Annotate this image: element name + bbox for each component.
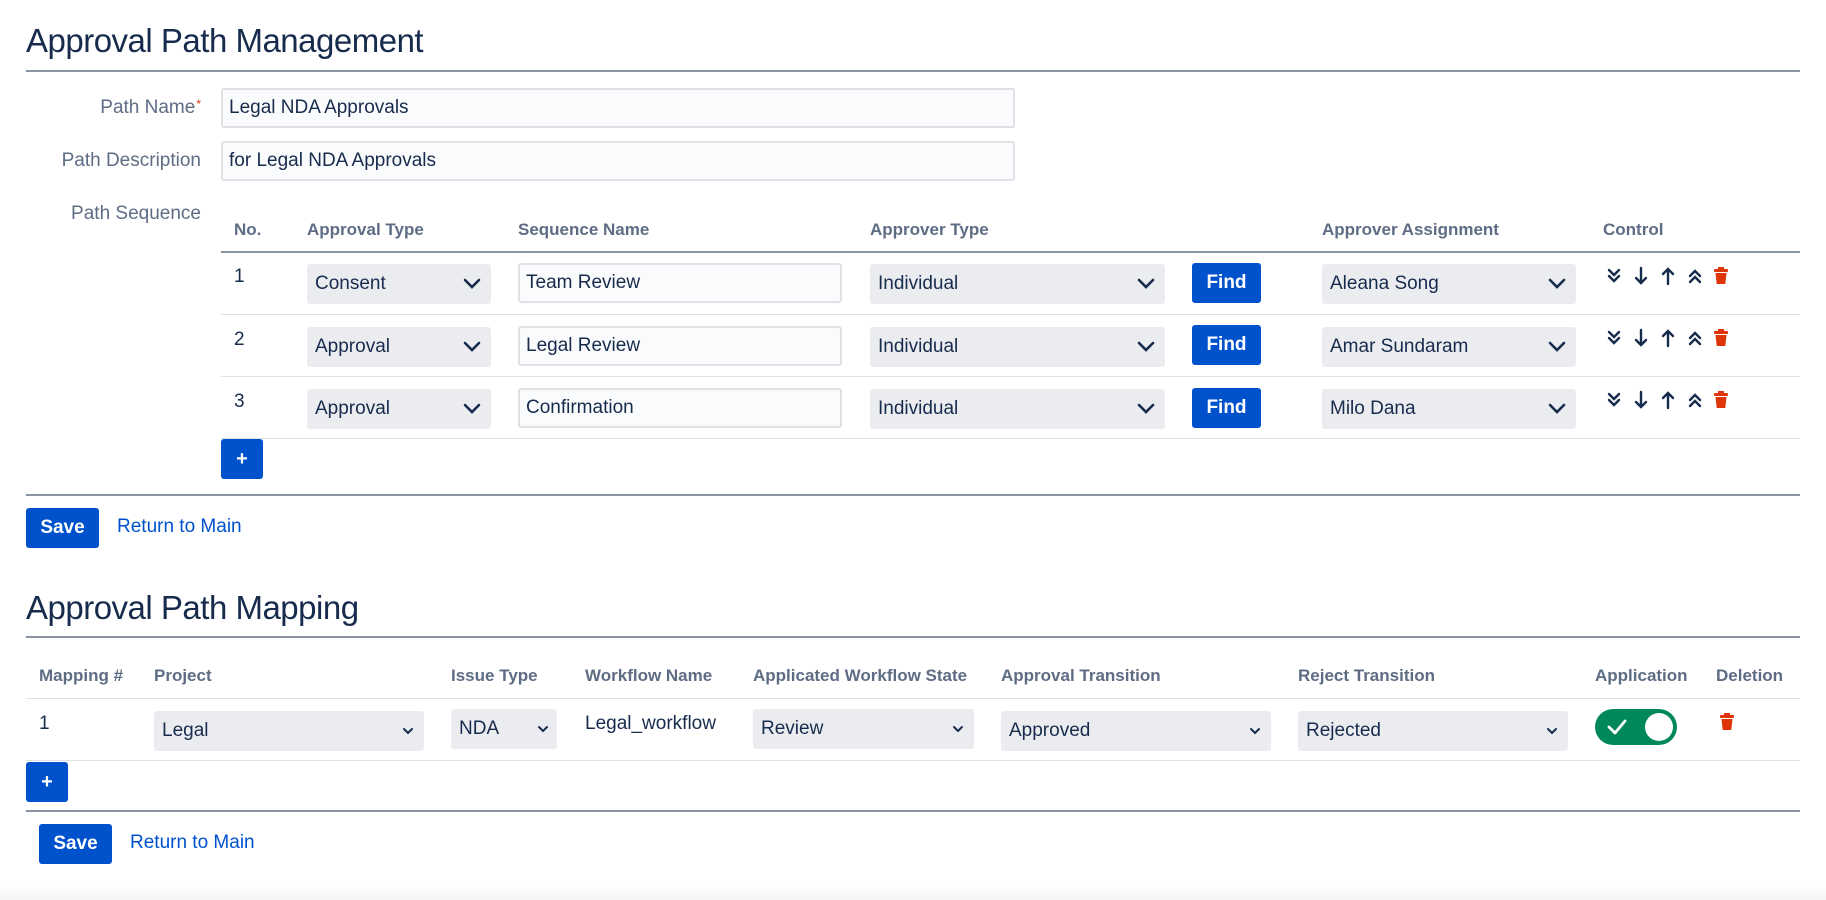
return-to-main-link[interactable]: Return to Main [117,516,242,538]
move-to-bottom-icon[interactable] [1604,266,1624,286]
chevron-down-icon [1137,403,1155,414]
col-application: Application [1595,666,1688,685]
move-to-bottom-icon[interactable] [1604,390,1624,410]
reject-transition-select[interactable]: Rejected [1298,711,1568,751]
chevron-down-icon [1137,341,1155,352]
col-deletion: Deletion [1716,666,1784,685]
return-to-main-link[interactable]: Return to Main [130,832,255,854]
path-description-label: Path Description [61,150,201,171]
approval-transition-select[interactable]: Approved [1001,711,1271,751]
delete-icon[interactable] [1717,712,1737,732]
mapping-header-divider [26,698,1800,699]
col-mapping-no: Mapping # [39,666,124,685]
workflow-name: Legal_workflow [585,713,716,734]
add-sequence-button[interactable]: + [221,439,263,479]
row-divider [221,376,1800,377]
management-footer-divider [26,494,1800,496]
approver-assignment-select[interactable]: Amar Sundaram [1322,327,1576,367]
approver-type-select[interactable]: Individual [870,327,1165,367]
approver-assignment-select[interactable]: Aleana Song [1322,264,1576,304]
sequence-header-divider [221,251,1800,253]
col-approver-type: Approver Type [870,220,989,239]
path-sequence-label: Path Sequence [71,203,201,224]
sequence-name-input[interactable]: Legal Review [518,326,842,366]
chevron-down-icon [538,726,548,733]
chevron-down-icon [1137,278,1155,289]
col-approval-transition: Approval Transition [1001,666,1161,685]
page-bottom-edge [0,886,1826,900]
chevron-down-icon [1548,341,1566,352]
row-no: 3 [234,391,245,412]
move-to-top-icon[interactable] [1685,328,1705,348]
move-up-icon[interactable] [1658,390,1678,410]
col-control: Control [1603,220,1664,239]
path-name-input[interactable]: Legal NDA Approvals [221,88,1015,128]
move-down-icon[interactable] [1631,328,1651,348]
sequence-name-input[interactable]: Team Review [518,263,842,303]
save-button[interactable]: Save [26,508,99,548]
path-name-label: Path Name* [100,97,201,118]
chevron-down-icon [1548,278,1566,289]
find-button[interactable]: Find [1192,263,1261,303]
chevron-down-icon [953,726,963,733]
col-workflow-state: Applicated Workflow State [753,666,968,685]
move-to-bottom-icon[interactable] [1604,328,1624,348]
chevron-down-icon [1250,728,1260,735]
add-mapping-button[interactable]: + [26,762,68,802]
col-no: No. [234,220,262,239]
col-approver-assignment: Approver Assignment [1322,220,1499,239]
chevron-down-icon [1548,403,1566,414]
chevron-down-icon [1547,728,1557,735]
move-down-icon[interactable] [1631,390,1651,410]
toggle-knob [1645,713,1673,741]
delete-icon[interactable] [1711,390,1731,410]
mapping-title: Approval Path Mapping [26,589,359,626]
approver-assignment-select[interactable]: Milo Dana [1322,389,1576,429]
management-title: Approval Path Management [26,22,424,59]
approval-type-select[interactable]: Consent [307,264,491,304]
mapping-no: 1 [39,713,50,734]
col-project: Project [154,666,212,685]
chevron-down-icon [403,728,413,735]
col-reject-transition: Reject Transition [1298,666,1435,685]
move-up-icon[interactable] [1658,266,1678,286]
mapping-title-divider [26,636,1800,638]
find-button[interactable]: Find [1192,388,1261,428]
move-down-icon[interactable] [1631,266,1651,286]
approval-type-select[interactable]: Approval [307,327,491,367]
approval-path-page: Approval Path Management Path Name* Lega… [0,0,1826,900]
row-no: 1 [234,266,245,287]
col-approval-type: Approval Type [307,220,424,239]
delete-icon[interactable] [1711,328,1731,348]
application-toggle[interactable] [1595,709,1677,745]
delete-icon[interactable] [1711,266,1731,286]
chevron-down-icon [463,341,481,352]
workflow-state-select[interactable]: Review [753,709,974,749]
check-icon [1607,719,1627,735]
col-issue-type: Issue Type [451,666,538,685]
mapping-footer-divider [26,810,1800,812]
sequence-name-input[interactable]: Confirmation [518,388,842,428]
col-workflow-name: Workflow Name [585,666,713,685]
chevron-down-icon [463,278,481,289]
col-sequence-name: Sequence Name [518,220,650,239]
issue-type-select[interactable]: NDA [451,709,557,749]
approver-type-select[interactable]: Individual [870,389,1165,429]
management-title-divider [26,70,1800,72]
save-button[interactable]: Save [39,824,112,864]
row-divider [221,438,1800,439]
find-button[interactable]: Find [1192,325,1261,365]
move-up-icon[interactable] [1658,328,1678,348]
project-select[interactable]: Legal [154,711,424,751]
row-divider [221,314,1800,315]
approver-type-select[interactable]: Individual [870,264,1165,304]
row-divider [26,760,1800,761]
required-mark: * [196,97,201,111]
path-description-input[interactable]: for Legal NDA Approvals [221,141,1015,181]
approval-type-select[interactable]: Approval [307,389,491,429]
move-to-top-icon[interactable] [1685,266,1705,286]
row-no: 2 [234,329,245,350]
chevron-down-icon [463,403,481,414]
move-to-top-icon[interactable] [1685,390,1705,410]
